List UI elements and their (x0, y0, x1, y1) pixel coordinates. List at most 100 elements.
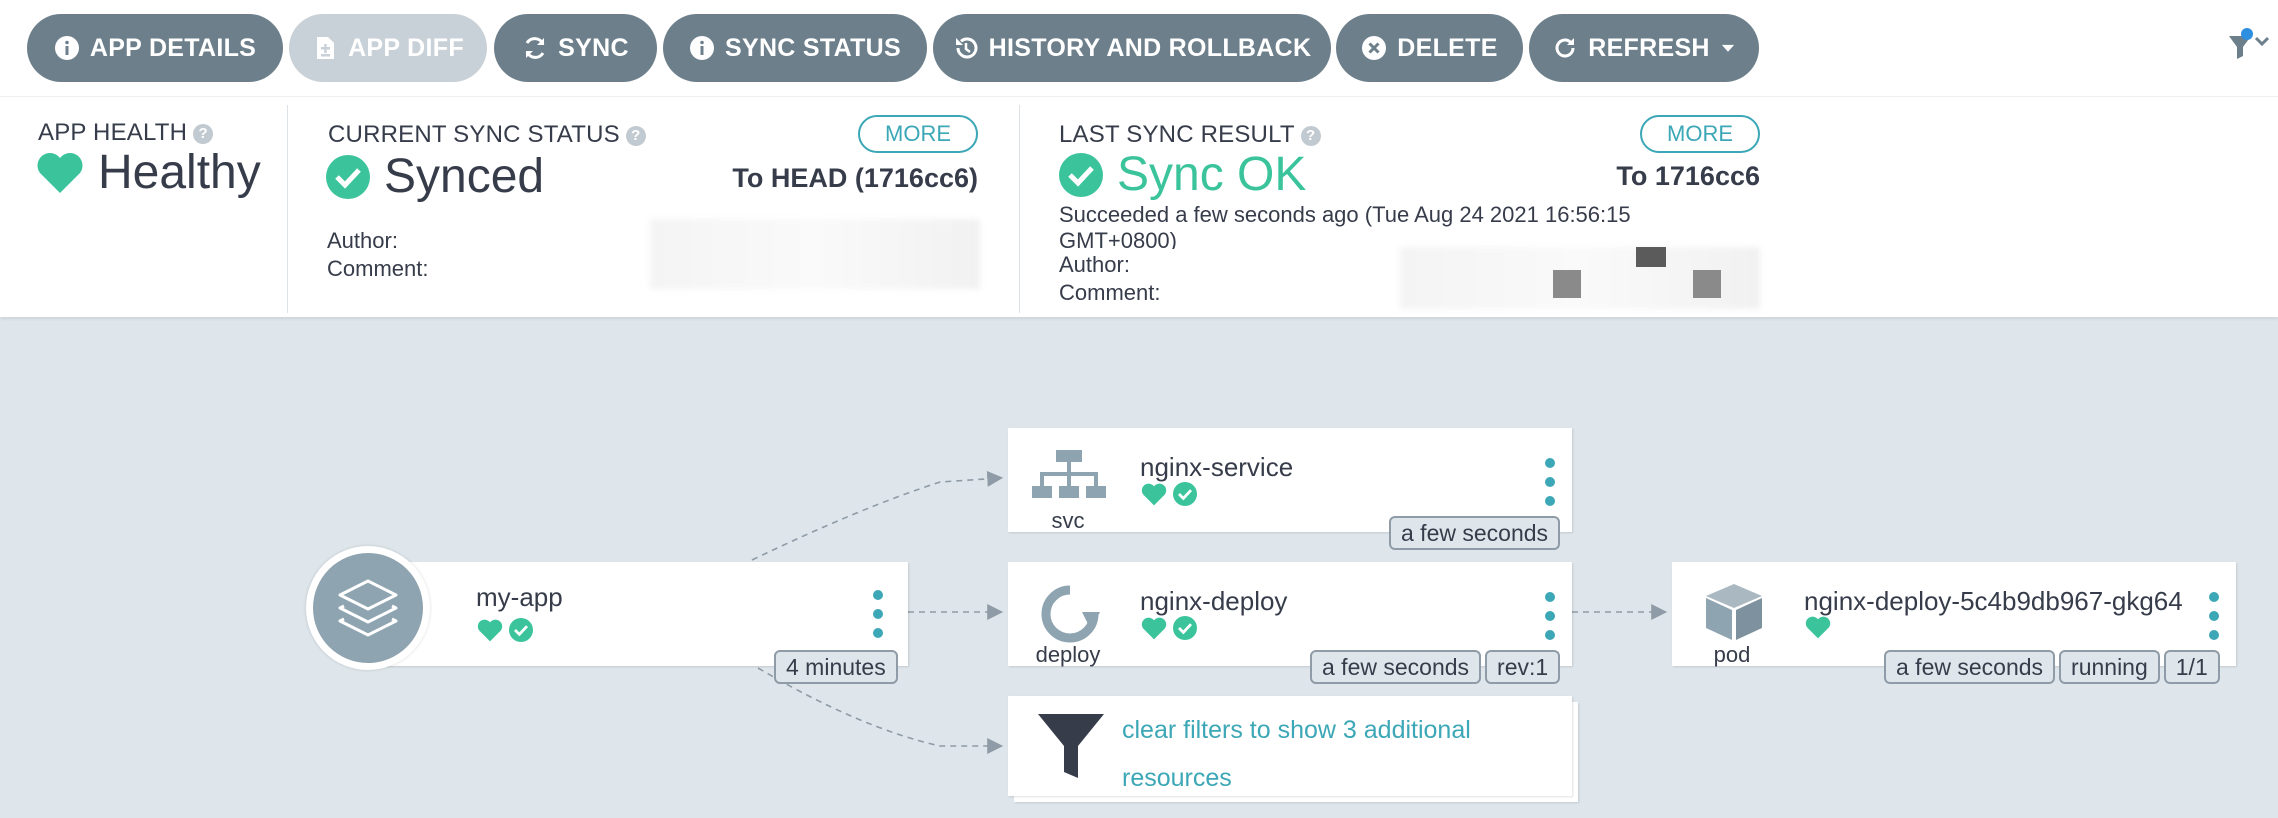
pod-age-tag: a few seconds (1884, 650, 2056, 684)
deploy-kind: deploy (1035, 642, 1101, 667)
heart-icon (1141, 483, 1167, 505)
service-age-tag: a few seconds (1389, 516, 1561, 550)
refresh-icon (1555, 38, 1575, 58)
help-icon[interactable]: ? (193, 124, 214, 144)
deploy-icon (1041, 585, 1100, 643)
close-circle-icon (1362, 36, 1387, 60)
pod-tags: a few seconds running 1/1 (1884, 650, 2220, 684)
service-node-status (1141, 482, 1197, 506)
heart-icon (37, 152, 83, 193)
current-sync-title-text: CURRENT SYNC STATUS (328, 121, 620, 148)
pod-node-name: nginx-deploy-5c4b9db967-gkg64 (1804, 586, 2183, 616)
app-details-label: APP DETAILS (89, 33, 257, 62)
app-node-menu-button[interactable] (868, 590, 888, 638)
filter-icon (2229, 28, 2270, 59)
edge-app-service (751, 470, 1004, 561)
clear-filters-line2: resources (1122, 764, 1232, 792)
app-node-name: my-app (476, 582, 563, 612)
app-age-tag: 4 minutes (774, 650, 898, 684)
app-health-text: Healthy (98, 146, 261, 199)
sync-label: SYNC (558, 33, 629, 62)
history-icon (955, 37, 978, 59)
status-panel: APP HEALTH? Healthy CURRENT SYNC STATUS?… (0, 97, 2278, 317)
sync-status-label: SYNC STATUS (725, 33, 901, 62)
last-sync-revision: To 1716cc6 (1616, 161, 1760, 191)
sync-button[interactable]: SYNC (494, 14, 657, 82)
redacted-block (1636, 247, 1666, 267)
pod-node-menu-button[interactable] (2204, 592, 2224, 640)
info-icon (54, 36, 79, 60)
refresh-button[interactable]: REFRESH (1529, 14, 1759, 82)
service-node-name: nginx-service (1140, 452, 1294, 482)
pod-kind: pod (1713, 642, 1751, 667)
filter-toggle[interactable] (2228, 28, 2274, 62)
refresh-label: REFRESH (1588, 33, 1710, 62)
last-sync-comment-label: Comment: (1059, 280, 1161, 305)
last-sync-text: Sync OK (1117, 148, 1307, 201)
resource-tree: my-app 4 minutes svc nginx-service a few… (0, 318, 2278, 818)
sync-status-button[interactable]: SYNC STATUS (663, 14, 927, 82)
service-icon (1032, 450, 1106, 498)
divider (287, 105, 288, 313)
sync-icon (525, 37, 545, 59)
layers-icon (338, 579, 398, 637)
last-sync-title: LAST SYNC RESULT? (1059, 121, 1321, 149)
app-health-title-text: APP HEALTH (38, 119, 188, 146)
app-diff-label: APP DIFF (348, 33, 464, 62)
app-circle (306, 546, 430, 670)
clear-filters-line1: clear filters to show 3 additional (1122, 716, 1471, 744)
delete-label: DELETE (1397, 33, 1498, 62)
last-sync-value: Sync OK (1059, 147, 1306, 202)
clear-filters-link[interactable]: clear filters to show 3 additional resou… (1122, 706, 1471, 802)
app-details-button[interactable]: APP DETAILS (27, 14, 283, 82)
app-diff-button[interactable]: APP DIFF (289, 14, 487, 82)
pod-ready-tag: 1/1 (2163, 650, 2220, 684)
app-health-value: Healthy (36, 145, 261, 200)
deploy-node-status (1141, 616, 1197, 640)
current-sync-revision: To HEAD (1716cc6) (732, 163, 978, 193)
pod-node-status (1805, 616, 1831, 639)
deploy-node-name: nginx-deploy (1140, 586, 1288, 616)
divider (1019, 105, 1020, 313)
pod-icon (1706, 584, 1762, 640)
deploy-age-tag: a few seconds (1310, 650, 1482, 684)
check-circle-icon (326, 154, 370, 199)
last-sync-title-text: LAST SYNC RESULT (1059, 121, 1295, 148)
current-sync-title: CURRENT SYNC STATUS? (328, 121, 646, 149)
service-node-menu-button[interactable] (1540, 458, 1560, 506)
last-sync-author-label: Author: (1059, 252, 1130, 277)
current-sync-author-label: Author: (327, 228, 398, 253)
deploy-node-menu-button[interactable] (1540, 592, 1560, 640)
last-sync-succeeded-tz: GMT+0800) (1059, 228, 1177, 249)
filter-icon (1038, 714, 1104, 778)
info-icon (690, 36, 714, 60)
file-diff-icon (317, 37, 335, 59)
last-sync-succeeded: Succeeded a few seconds ago (Tue Aug 24 … (1059, 202, 1631, 227)
redacted-block (1553, 270, 1581, 298)
history-rollback-button[interactable]: HISTORY AND ROLLBACK (933, 14, 1331, 82)
last-sync-more-button[interactable]: MORE (1640, 115, 1760, 153)
heart-icon (477, 619, 503, 641)
app-health-title: APP HEALTH? (38, 119, 214, 147)
app-node-status (477, 618, 533, 642)
filter-node[interactable]: clear filters to show 3 additional resou… (1008, 696, 1572, 796)
toolbar: APP DETAILS APP DIFF SYNC SYNC STATUS HI… (0, 0, 2278, 97)
deploy-tags: a few seconds rev:1 (1310, 650, 1561, 684)
current-sync-more-button[interactable]: MORE (858, 115, 978, 153)
deploy-rev-tag: rev:1 (1485, 650, 1561, 684)
redacted-region (650, 219, 980, 289)
delete-button[interactable]: DELETE (1336, 14, 1523, 82)
check-circle-icon (1059, 152, 1103, 197)
help-icon[interactable]: ? (625, 126, 646, 146)
check-circle-icon (509, 618, 533, 642)
history-rollback-label: HISTORY AND ROLLBACK (988, 33, 1312, 62)
redacted-block (1693, 270, 1721, 298)
check-circle-icon (1173, 482, 1197, 506)
heart-icon (1805, 616, 1831, 639)
pod-state-tag: running (2059, 650, 2160, 684)
current-sync-comment-label: Comment: (327, 256, 429, 281)
current-sync-value: Synced (326, 149, 544, 204)
service-kind: svc (1051, 508, 1085, 533)
current-sync-text: Synced (384, 150, 545, 203)
help-icon[interactable]: ? (1300, 126, 1321, 146)
